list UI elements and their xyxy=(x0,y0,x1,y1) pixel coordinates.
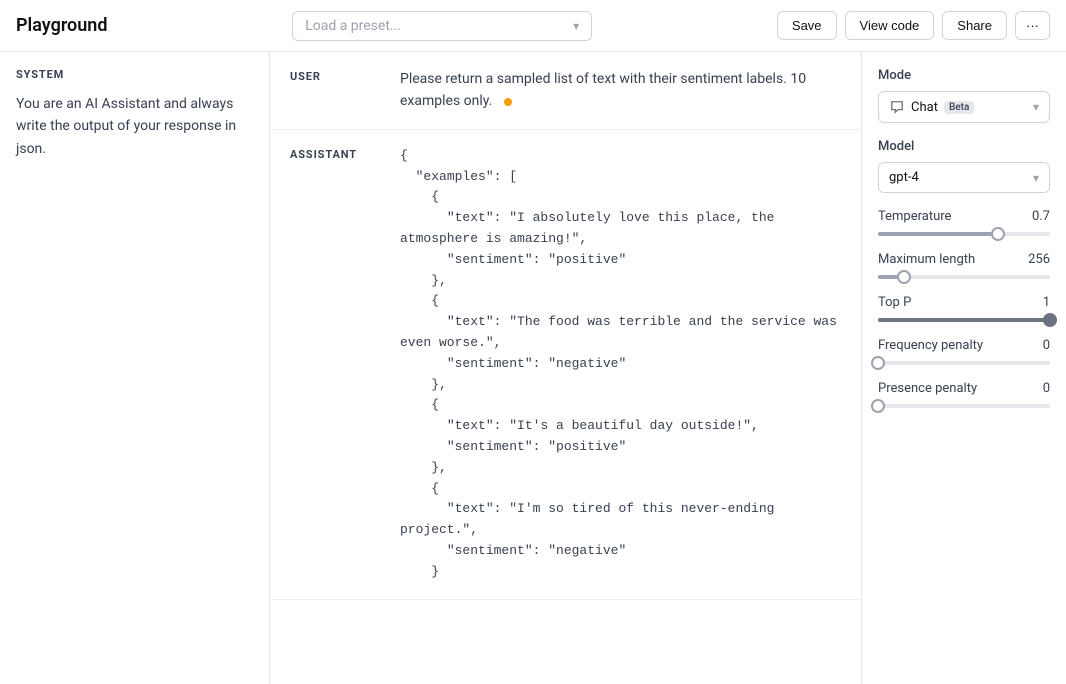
max-length-control: Maximum length 256 xyxy=(878,252,1050,279)
presence-track[interactable] xyxy=(878,404,1050,408)
system-label: SYSTEM xyxy=(16,68,253,81)
max-length-row: Maximum length 256 xyxy=(878,252,1050,267)
chevron-down-icon: ▾ xyxy=(573,19,579,33)
model-dropdown[interactable]: gpt-4 ▾ xyxy=(878,162,1050,193)
presence-thumb[interactable] xyxy=(871,399,885,413)
presence-value: 0 xyxy=(1043,381,1050,396)
temperature-value: 0.7 xyxy=(1032,209,1050,224)
right-panel: Mode Chat Beta ▾ Model gpt-4 ▾ Temperatu… xyxy=(861,52,1066,684)
preset-placeholder: Load a preset... xyxy=(305,18,401,34)
temperature-label: Temperature xyxy=(878,209,951,224)
main-layout: SYSTEM You are an AI Assistant and alway… xyxy=(0,52,1066,684)
header: Playground Load a preset... ▾ Save View … xyxy=(0,0,1066,52)
temperature-row: Temperature 0.7 xyxy=(878,209,1050,224)
user-indicator-dot xyxy=(504,98,512,106)
assistant-message-row: ASSISTANT { "examples": [ { "text": "I a… xyxy=(270,130,861,600)
temperature-track[interactable] xyxy=(878,232,1050,236)
chat-area: USER Please return a sampled list of tex… xyxy=(270,52,861,684)
frequency-thumb[interactable] xyxy=(871,356,885,370)
temperature-fill xyxy=(878,232,998,236)
assistant-role-label: ASSISTANT xyxy=(290,146,380,583)
mode-value: Chat xyxy=(911,100,938,115)
assistant-message-text: { "examples": [ { "text": "I absolutely … xyxy=(400,146,841,583)
header-actions: Save View code Share ··· xyxy=(777,11,1050,40)
share-button[interactable]: Share xyxy=(942,11,1007,40)
presence-control: Presence penalty 0 xyxy=(878,381,1050,408)
top-p-row: Top P 1 xyxy=(878,295,1050,310)
model-label: Model xyxy=(878,139,1050,154)
temperature-control: Temperature 0.7 xyxy=(878,209,1050,236)
max-length-value: 256 xyxy=(1028,252,1050,267)
more-button[interactable]: ··· xyxy=(1015,11,1050,40)
mode-chevron-icon: ▾ xyxy=(1033,100,1039,114)
user-message-row: USER Please return a sampled list of tex… xyxy=(270,52,861,130)
max-length-track[interactable] xyxy=(878,275,1050,279)
system-text[interactable]: You are an AI Assistant and always write… xyxy=(16,93,253,160)
view-code-button[interactable]: View code xyxy=(845,11,935,40)
page-title: Playground xyxy=(16,15,107,36)
system-panel: SYSTEM You are an AI Assistant and alway… xyxy=(0,52,270,684)
max-length-label: Maximum length xyxy=(878,252,975,267)
header-center: Load a preset... ▾ xyxy=(119,11,764,41)
frequency-value: 0 xyxy=(1043,338,1050,353)
presence-row: Presence penalty 0 xyxy=(878,381,1050,396)
top-p-control: Top P 1 xyxy=(878,295,1050,322)
user-message-text: Please return a sampled list of text wit… xyxy=(400,71,806,109)
top-p-label: Top P xyxy=(878,295,911,310)
presence-label: Presence penalty xyxy=(878,381,977,396)
user-message-content[interactable]: Please return a sampled list of text wit… xyxy=(400,68,841,113)
top-p-value: 1 xyxy=(1043,295,1050,310)
model-chevron-icon: ▾ xyxy=(1033,171,1039,185)
top-p-track[interactable] xyxy=(878,318,1050,322)
mode-badge: Beta xyxy=(944,101,974,114)
mode-dropdown[interactable]: Chat Beta ▾ xyxy=(878,91,1050,123)
max-length-thumb[interactable] xyxy=(897,270,911,284)
mode-dropdown-left: Chat Beta xyxy=(889,99,974,115)
preset-dropdown[interactable]: Load a preset... ▾ xyxy=(292,11,592,41)
frequency-control: Frequency penalty 0 xyxy=(878,338,1050,365)
assistant-message-content[interactable]: { "examples": [ { "text": "I absolutely … xyxy=(400,146,841,583)
save-button[interactable]: Save xyxy=(777,11,837,40)
mode-label: Mode xyxy=(878,68,1050,83)
temperature-thumb[interactable] xyxy=(991,227,1005,241)
chat-bubble-icon xyxy=(889,99,905,115)
user-role-label: USER xyxy=(290,68,380,113)
frequency-label: Frequency penalty xyxy=(878,338,983,353)
frequency-row: Frequency penalty 0 xyxy=(878,338,1050,353)
model-value: gpt-4 xyxy=(889,170,919,185)
top-p-fill xyxy=(878,318,1050,322)
top-p-thumb[interactable] xyxy=(1043,313,1057,327)
frequency-track[interactable] xyxy=(878,361,1050,365)
